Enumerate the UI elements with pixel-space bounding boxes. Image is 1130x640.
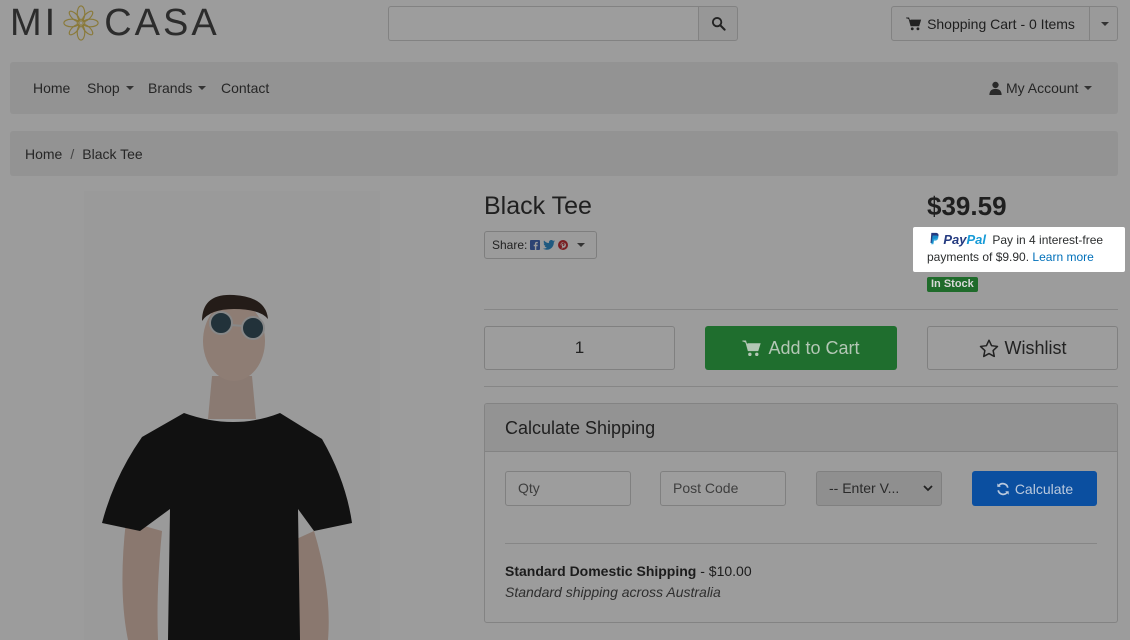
- share-label: Share:: [492, 238, 528, 252]
- chevron-down-icon: [923, 485, 933, 492]
- add-to-cart-label: Add to Cart: [768, 337, 860, 358]
- breadcrumb-separator: /: [70, 145, 75, 162]
- nav-shop[interactable]: Shop: [87, 62, 134, 114]
- search-input[interactable]: [388, 6, 698, 41]
- calculate-label: Calculate: [1014, 480, 1074, 497]
- add-to-cart-button[interactable]: Add to Cart: [705, 326, 897, 370]
- refresh-icon: [997, 482, 1009, 495]
- search-icon: [711, 16, 726, 31]
- nav-my-account-label: My Account: [1006, 80, 1079, 96]
- chevron-down-icon: [1084, 86, 1093, 90]
- shipping-qty-input[interactable]: Qty: [505, 471, 631, 506]
- chevron-down-icon: [1100, 21, 1109, 26]
- pinterest-icon: [558, 240, 569, 250]
- paypal-pay-in-4-message[interactable]: PayPal Pay in 4 interest-free payments o…: [913, 227, 1125, 272]
- share-dropdown[interactable]: Share:: [484, 231, 597, 259]
- shipping-select-value: -- Enter V...: [829, 480, 900, 496]
- breadcrumb: Home / Black Tee: [10, 131, 1118, 176]
- logo-text-right: CASA: [104, 2, 220, 44]
- product-image[interactable]: [84, 191, 380, 640]
- breadcrumb-home[interactable]: Home: [25, 146, 62, 162]
- chevron-down-icon: [577, 243, 586, 247]
- chevron-down-icon: [198, 86, 207, 90]
- cart-dropdown-toggle[interactable]: [1090, 6, 1118, 41]
- chevron-down-icon: [125, 86, 134, 90]
- shipping-option-description: Standard shipping across Australia: [505, 584, 721, 600]
- product-photo-illustration: [102, 294, 352, 640]
- in-stock-badge: In Stock: [927, 277, 978, 292]
- calculate-shipping-card: Calculate Shipping Qty Post Code -- Ente…: [484, 403, 1118, 623]
- shipping-option-name: Standard Domestic Shipping: [505, 563, 697, 579]
- nav-brands-label: Brands: [148, 80, 193, 96]
- nav-brands[interactable]: Brands: [148, 62, 207, 114]
- cart-icon: [906, 16, 922, 30]
- shipping-option: Standard Domestic Shipping - $10.00: [505, 563, 752, 579]
- nav-shop-label: Shop: [87, 80, 120, 96]
- nav-contact[interactable]: Contact: [221, 62, 269, 114]
- calculate-shipping-heading: Calculate Shipping: [485, 404, 1117, 452]
- main-navbar: Home Shop Brands Contact My Account: [10, 62, 1118, 114]
- divider: [484, 309, 1118, 310]
- nav-my-account[interactable]: My Account: [989, 62, 1093, 114]
- star-outline-icon: [979, 338, 998, 357]
- search-bar: [388, 6, 738, 41]
- search-button[interactable]: [698, 6, 738, 41]
- shopping-cart-button[interactable]: Shopping Cart - 0 Items: [891, 6, 1090, 41]
- twitter-icon: [543, 240, 556, 250]
- shipping-option-price: - $10.00: [696, 563, 752, 579]
- facebook-icon: [530, 240, 541, 250]
- divider: [505, 543, 1097, 544]
- flower-logo-icon: [63, 5, 99, 41]
- paypal-line-2: payments of $9.90.: [927, 250, 1030, 264]
- user-icon: [989, 81, 1002, 95]
- logo-text-left: MI: [10, 2, 59, 44]
- nav-contact-label: Contact: [221, 80, 270, 96]
- shipping-postcode-input[interactable]: Post Code: [660, 471, 786, 506]
- nav-home[interactable]: Home: [33, 62, 70, 114]
- wishlist-label: Wishlist: [1004, 337, 1067, 358]
- nav-home-label: Home: [33, 80, 71, 96]
- quantity-input[interactable]: 1: [484, 326, 675, 370]
- site-logo[interactable]: MI CASA: [10, 2, 220, 44]
- shipping-country-select[interactable]: -- Enter V...: [816, 471, 942, 506]
- product-title: Black Tee: [484, 192, 592, 220]
- wishlist-button[interactable]: Wishlist: [927, 326, 1118, 370]
- cart-icon: [742, 340, 762, 356]
- paypal-line-1: Pay in 4 interest-free: [992, 233, 1104, 247]
- cart-label: Shopping Cart - 0 Items: [927, 15, 1075, 32]
- paypal-learn-more-link[interactable]: Learn more: [1032, 250, 1093, 264]
- paypal-logo-text: PayPal: [943, 232, 986, 247]
- product-price: $39.59: [927, 191, 1007, 221]
- paypal-icon: [930, 232, 939, 245]
- shopping-cart-group: Shopping Cart - 0 Items: [891, 6, 1118, 41]
- breadcrumb-current: Black Tee: [82, 145, 143, 162]
- calculate-button[interactable]: Calculate: [972, 471, 1097, 506]
- divider: [484, 386, 1118, 387]
